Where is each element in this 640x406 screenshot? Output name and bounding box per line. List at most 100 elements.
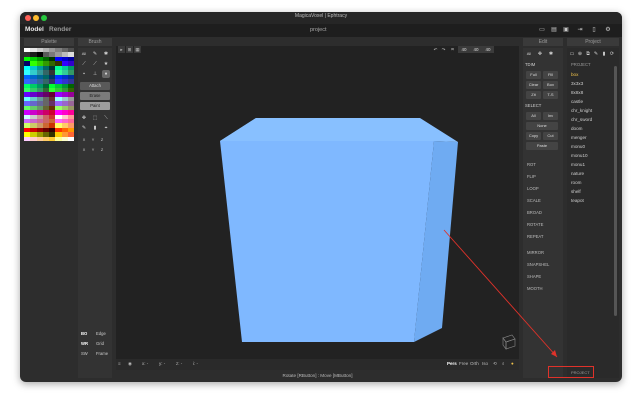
- attach-mode-button[interactable]: Attach: [80, 82, 110, 90]
- edit-loop[interactable]: LOOP: [527, 186, 539, 191]
- edit-scale[interactable]: SCALE: [527, 198, 541, 203]
- color-palette[interactable]: [24, 48, 74, 366]
- palette-swatch[interactable]: [67, 136, 74, 142]
- refresh-icon[interactable]: ⟳: [608, 50, 616, 58]
- eyedropper-icon[interactable]: ✎: [80, 124, 88, 132]
- sw-label[interactable]: SW: [81, 351, 88, 356]
- clear-button[interactable]: Clear: [526, 81, 541, 89]
- fill-button[interactable]: Fill: [543, 71, 558, 79]
- edit-rotate[interactable]: ROTATE: [527, 222, 543, 227]
- zoom-icon[interactable]: ⌕: [502, 361, 505, 366]
- camera-free-button[interactable]: Free: [459, 361, 468, 366]
- axis-z-icon[interactable]: Z: [98, 146, 106, 154]
- orientation-cube-icon[interactable]: [500, 332, 518, 350]
- box-brush-icon[interactable]: ●: [102, 70, 110, 78]
- open-folder-icon[interactable]: ▭: [538, 27, 546, 34]
- project-scrollbar[interactable]: [614, 66, 617, 316]
- tab-render[interactable]: Render: [49, 26, 71, 33]
- pencil-icon[interactable]: ✎: [91, 50, 99, 58]
- project-item-monu0[interactable]: monu0: [571, 144, 585, 149]
- axis-x-icon[interactable]: X: [80, 146, 88, 154]
- axis-y-icon[interactable]: Y: [89, 146, 97, 154]
- voxel-brush-icon[interactable]: ▪: [80, 70, 88, 78]
- project-item-box[interactable]: box: [571, 72, 578, 77]
- frame-label[interactable]: Frame: [96, 351, 108, 356]
- select-icon[interactable]: ⬚: [91, 114, 99, 122]
- grid-label[interactable]: Grid: [96, 341, 104, 346]
- brush-icon[interactable]: ⌖: [102, 124, 110, 132]
- edit-repeat[interactable]: REPEAT: [527, 234, 543, 239]
- erase-mode-button[interactable]: Erase: [80, 92, 110, 100]
- edit-tools-icon[interactable]: ✱: [547, 50, 555, 58]
- project-item-3x3x3[interactable]: 3x3x3: [571, 81, 583, 86]
- settings-icon[interactable]: ⚙: [604, 27, 612, 34]
- select-all-button[interactable]: All: [526, 112, 541, 120]
- project-item-shelf[interactable]: shelf: [571, 189, 581, 194]
- edit-all-icon[interactable]: All: [525, 50, 533, 58]
- project-item-doom[interactable]: doom: [571, 126, 583, 131]
- face-brush-icon[interactable]: ⊥: [91, 70, 99, 78]
- move-icon[interactable]: ✥: [80, 114, 88, 122]
- tab-model[interactable]: Model: [25, 26, 44, 33]
- duplicate-icon[interactable]: ⧉: [584, 50, 592, 58]
- zit-button[interactable]: Zit: [526, 91, 541, 99]
- camera-orth-button[interactable]: Orth: [470, 361, 479, 366]
- edit-flip[interactable]: FLIP: [527, 174, 536, 179]
- project-item-room[interactable]: room: [571, 180, 581, 185]
- project-item-nature[interactable]: nature: [571, 171, 584, 176]
- mirror-y-icon[interactable]: Y: [89, 136, 97, 144]
- gear-icon[interactable]: ✱: [102, 50, 110, 58]
- camera-menu-icon[interactable]: ≡: [118, 361, 121, 366]
- project-item-monu1[interactable]: monu1: [571, 162, 585, 167]
- viewport[interactable]: ▸ ⊞ ▦ ↶ ↷ ⌗ 40 40 40: [116, 46, 519, 359]
- project-item-menger[interactable]: menger: [571, 135, 587, 140]
- paint-mode-button[interactable]: Paint: [80, 102, 110, 110]
- project-item-teapot[interactable]: teapot: [571, 198, 584, 203]
- project-item-castle[interactable]: castle: [571, 99, 583, 104]
- export-icon[interactable]: ⇥: [576, 27, 584, 34]
- light-icon[interactable]: ●: [511, 361, 514, 366]
- cut-button[interactable]: Cut: [543, 132, 558, 140]
- full-button[interactable]: Full: [526, 71, 541, 79]
- edit-move-icon[interactable]: ✥: [536, 50, 544, 58]
- voxel-cube[interactable]: [116, 46, 519, 359]
- paste-button[interactable]: Paste: [526, 142, 558, 150]
- reset-camera-icon[interactable]: ⟲: [493, 361, 497, 367]
- bo-label[interactable]: BO: [81, 331, 87, 336]
- camera-pers-button[interactable]: Pers: [447, 361, 457, 366]
- project-item-chr-knight[interactable]: chr_knight: [571, 108, 592, 113]
- line-icon[interactable]: ⟋: [91, 60, 99, 68]
- rename-icon[interactable]: ✎: [592, 50, 600, 58]
- edit-mirror[interactable]: MIRROR: [527, 250, 544, 255]
- new-project-icon[interactable]: ▭: [568, 50, 576, 58]
- project-item-monu10[interactable]: monu10: [571, 153, 588, 158]
- mirror-z-icon[interactable]: Z: [98, 136, 106, 144]
- edge-label[interactable]: Edge: [96, 331, 106, 336]
- pipette-icon[interactable]: ⟋: [80, 60, 88, 68]
- star-icon[interactable]: ★: [102, 60, 110, 68]
- ts-button[interactable]: T-S: [543, 91, 558, 99]
- edit-broad[interactable]: BROAD: [527, 210, 542, 215]
- screenshot-icon[interactable]: ◉: [128, 361, 132, 367]
- select-inv-button[interactable]: Inv: [543, 112, 558, 120]
- edit-snapshel[interactable]: SNAPSHEL: [527, 262, 549, 267]
- edit-shape[interactable]: SHAPE: [527, 274, 541, 279]
- select-none-button[interactable]: None: [526, 122, 558, 130]
- wr-label[interactable]: WR: [81, 341, 88, 346]
- add-icon[interactable]: ⊕: [576, 50, 584, 58]
- mirror-x-icon[interactable]: X: [80, 136, 88, 144]
- wand-icon[interactable]: ⟍: [102, 114, 110, 122]
- bucket-icon[interactable]: ▮: [91, 124, 99, 132]
- edit-mooth[interactable]: MOOTH: [527, 286, 543, 291]
- file-icon[interactable]: ▯: [590, 27, 598, 34]
- edit-rot[interactable]: ROT: [527, 162, 536, 167]
- project-item-8x8x8[interactable]: 8x8x8: [571, 90, 583, 95]
- box-button[interactable]: Box: [543, 81, 558, 89]
- copy-button[interactable]: Copy: [526, 132, 541, 140]
- brush-all-icon[interactable]: All: [80, 50, 88, 58]
- save-as-icon[interactable]: ▣: [562, 27, 570, 34]
- save-icon[interactable]: ▤: [550, 27, 558, 34]
- delete-icon[interactable]: ▮: [600, 50, 608, 58]
- project-item-chr-sword[interactable]: chr_sword: [571, 117, 592, 122]
- camera-iso-button[interactable]: Iso: [482, 361, 488, 366]
